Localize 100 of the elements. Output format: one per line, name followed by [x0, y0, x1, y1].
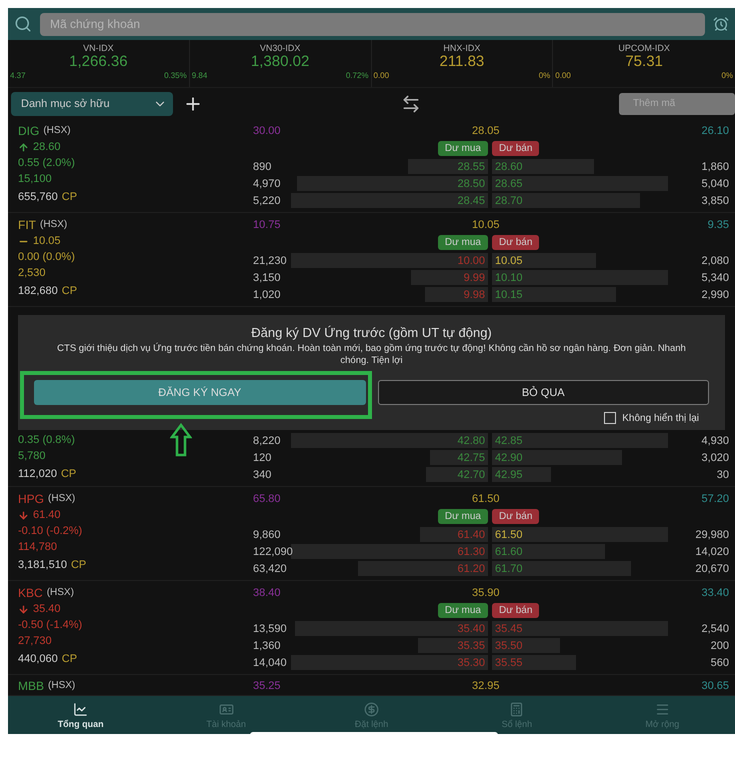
ceiling-price: 35.25	[253, 680, 281, 692]
buy-surplus-tag: Dư mua	[438, 235, 488, 250]
index-percent: 0.72%	[346, 71, 368, 80]
bid-volume: 340	[253, 468, 272, 480]
stock-symbol[interactable]: KBC	[18, 586, 43, 600]
swap-icon[interactable]	[401, 94, 421, 114]
ask-volume: 20,670	[695, 562, 729, 574]
index-change: 0.00	[374, 71, 390, 80]
index-card[interactable]: VN-IDX 1,266.36 4.37 0.35%	[8, 40, 190, 87]
menu-icon	[654, 702, 670, 716]
ask-volume: 2,540	[701, 622, 729, 634]
bid-volume: 4,970	[253, 178, 281, 190]
unit-label: CP	[70, 558, 86, 570]
bid-price: 9.98	[462, 288, 486, 300]
bid-price: 42.70	[456, 468, 486, 480]
index-value: 1,266.36	[69, 53, 128, 71]
index-value: 211.83	[439, 53, 484, 71]
index-card[interactable]: VN30-IDX 1,380.02 9.84 0.72%	[190, 40, 372, 87]
skip-button[interactable]: BỎ QUA	[378, 380, 709, 405]
exchange-label: (HSX)	[46, 587, 74, 598]
stock-symbol[interactable]: HPG	[18, 492, 44, 506]
ask-price: 42.95	[494, 468, 524, 480]
unit-label: CP	[62, 190, 78, 202]
ask-price: 35.50	[494, 640, 524, 652]
buy-surplus-tag: Dư mua	[438, 141, 488, 156]
bid-volume: 9,860	[253, 528, 281, 540]
holding-quantity: 182,680	[18, 284, 58, 296]
bid-volume: 890	[253, 160, 272, 172]
index-change: 9.84	[192, 71, 208, 80]
holding-quantity: 3,181,510	[18, 558, 67, 570]
last-price: 10.05	[33, 235, 61, 247]
bid-volume: 122,090	[253, 546, 293, 558]
index-change: 4.37	[10, 71, 26, 80]
checkbox-label: Không hiển thị lại	[622, 412, 699, 424]
ask-volume: 1,860	[701, 160, 729, 172]
index-percent: 0%	[538, 71, 550, 80]
checkbox[interactable]	[604, 412, 616, 424]
index-change: 0.00	[555, 71, 571, 80]
bid-volume: 14,040	[253, 656, 287, 668]
unit-label: CP	[62, 652, 78, 664]
bid-price: 28.50	[456, 178, 486, 190]
index-card[interactable]: UPCOM-IDX 75.31 0.00 0%	[553, 40, 735, 87]
ask-price: 28.65	[494, 178, 524, 190]
floor-price: 9.35	[708, 218, 729, 230]
bid-price: 61.30	[456, 546, 486, 558]
ceiling-price: 65.80	[253, 492, 281, 504]
price-change: 0.00 (0.0%)	[18, 251, 75, 263]
calculator-icon	[509, 702, 524, 716]
bid-price: 61.40	[456, 528, 486, 540]
stock-symbol[interactable]: FIT	[18, 218, 36, 232]
unit-label: CP	[60, 468, 76, 480]
up-arrow-icon	[18, 142, 29, 152]
dialog-message: CTS giới thiệu dịch vụ Ứng trước tiền bán chứng khoán. Hoàn toàn mới, bao gồm ứng trước tự động! Không cần hồ sơ ngân hàng. Đơn giản. Nhanh chóng. Tiện lợi	[56, 343, 687, 367]
bid-price: 42.80	[456, 434, 486, 446]
index-value: 1,380.02	[250, 53, 310, 71]
nav-tab[interactable]: Tổng quan	[8, 696, 154, 734]
ask-volume: 14,020	[695, 546, 729, 558]
reference-price: 10.05	[472, 218, 500, 230]
ask-price: 61.50	[494, 528, 524, 540]
ask-volume: 29,980	[695, 528, 729, 540]
alarm-clock-icon[interactable]	[713, 16, 729, 32]
ask-volume: 30	[716, 468, 729, 480]
stock-symbol[interactable]: MBB	[18, 678, 44, 692]
watchlist-dropdown[interactable]: Danh mục sở hữu	[11, 92, 173, 116]
index-percent: 0%	[721, 71, 733, 80]
ask-volume: 2,080	[701, 254, 729, 266]
dialog-title: Đăng ký DV Ứng trước (gồm UT tự động)	[251, 325, 492, 340]
trade-volume: 2,530	[18, 267, 46, 279]
bid-volume: 8,220	[253, 434, 281, 446]
floor-price: 30.65	[701, 680, 729, 692]
ask-price: 61.70	[494, 562, 524, 574]
holding-quantity: 655,760	[18, 190, 58, 202]
bid-price: 10.00	[456, 254, 486, 266]
stock-symbol[interactable]: DIG	[18, 124, 40, 138]
index-card[interactable]: HNX-IDX 211.83 0.00 0%	[372, 40, 554, 87]
ask-price: 10.05	[494, 254, 524, 266]
reference-price: 32.95	[472, 680, 500, 692]
floor-price: 33.40	[701, 586, 729, 598]
last-price: 35.40	[33, 603, 61, 615]
search-icon[interactable]	[14, 15, 32, 33]
ask-price: 28.70	[494, 194, 524, 206]
search-field[interactable]: Mã chứng khoán	[40, 12, 705, 36]
register-button[interactable]: ĐĂNG KÝ NGAY	[34, 380, 366, 405]
id-card-icon	[218, 702, 234, 716]
index-name: VN-IDX	[83, 43, 114, 53]
index-name: HNX-IDX	[443, 43, 480, 53]
down-arrow-icon	[18, 604, 29, 614]
price-change: 0.55 (2.0%)	[18, 157, 75, 169]
bid-volume: 21,230	[253, 254, 287, 266]
last-price: 61.40	[33, 509, 61, 521]
ask-price: 35.55	[494, 656, 524, 668]
exchange-label: (HSX)	[40, 219, 68, 230]
bid-volume: 120	[253, 452, 272, 464]
reference-price: 61.50	[472, 492, 500, 504]
bid-volume: 63,420	[253, 562, 287, 574]
ask-price: 10.15	[494, 288, 524, 300]
bid-volume: 3,150	[253, 272, 281, 284]
line-chart-icon	[73, 702, 88, 716]
bid-price: 35.40	[456, 622, 486, 634]
reference-price: 35.90	[472, 586, 500, 598]
